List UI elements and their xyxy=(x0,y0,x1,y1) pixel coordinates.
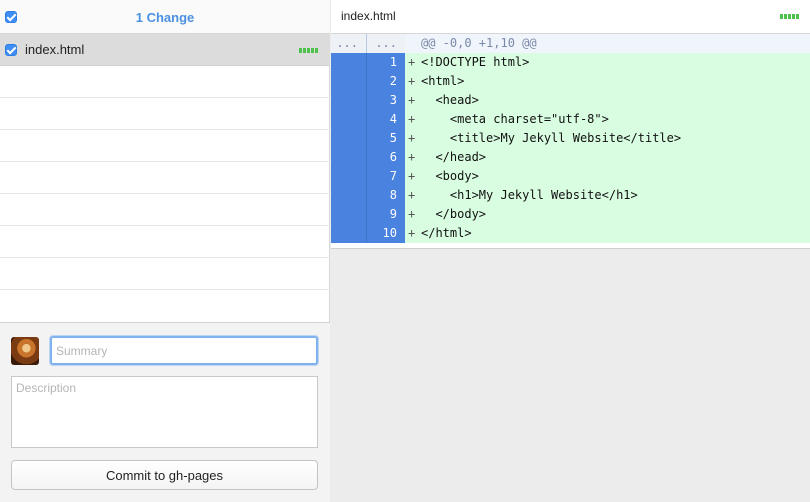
code-line: <body> xyxy=(421,169,479,183)
empty-list-row xyxy=(0,98,330,130)
commit-button[interactable]: Commit to gh-pages xyxy=(11,460,318,490)
diff-line[interactable]: 4 + <meta charset="utf-8"> xyxy=(331,110,810,129)
code-line: <html> xyxy=(421,74,465,88)
code-line: </head> xyxy=(421,150,487,164)
old-line-number: ... xyxy=(331,34,367,53)
new-line-number: 3 xyxy=(367,91,405,110)
old-line-number xyxy=(331,72,367,91)
old-line-number xyxy=(331,129,367,148)
empty-list-row xyxy=(0,194,330,226)
file-checkbox[interactable] xyxy=(5,44,17,56)
new-line-number: 7 xyxy=(367,167,405,186)
new-line-number: 5 xyxy=(367,129,405,148)
empty-list-row xyxy=(0,130,330,162)
commit-form: Commit to gh-pages xyxy=(0,322,330,502)
new-line-number: 4 xyxy=(367,110,405,129)
old-line-number xyxy=(331,167,367,186)
diffstat-icon xyxy=(299,48,318,53)
new-line-number: 8 xyxy=(367,186,405,205)
diff-sign: + xyxy=(408,188,416,202)
new-line-number: 2 xyxy=(367,72,405,91)
code-line: <h1>My Jekyll Website</h1> xyxy=(421,188,638,202)
diff-line[interactable]: 5 + <title>My Jekyll Website</title> xyxy=(331,129,810,148)
diff-sign: + xyxy=(408,150,416,164)
new-line-number: 6 xyxy=(367,148,405,167)
code-line: <head> xyxy=(421,93,479,107)
diff-sign: + xyxy=(408,131,416,145)
new-line-number: 9 xyxy=(367,205,405,224)
diff-sign: + xyxy=(408,74,416,88)
old-line-number xyxy=(331,224,367,243)
diff-pane: index.html ... ... @@ -0,0 +1,10 @@ 1 + … xyxy=(331,0,810,502)
description-field[interactable] xyxy=(11,376,318,448)
old-line-number xyxy=(331,186,367,205)
changes-header: 1 Change xyxy=(0,0,330,34)
code-line: <meta charset="utf-8"> xyxy=(421,112,609,126)
summary-input[interactable] xyxy=(50,336,318,365)
diff-line[interactable]: 6 + </head> xyxy=(331,148,810,167)
code-line: </html> xyxy=(421,226,472,240)
file-list-item[interactable]: index.html xyxy=(0,34,330,66)
new-line-number: ... xyxy=(367,34,405,53)
old-line-number xyxy=(331,148,367,167)
diff-line[interactable]: 3 + <head> xyxy=(331,91,810,110)
empty-list-row xyxy=(0,162,330,194)
old-line-number xyxy=(331,91,367,110)
diff-line[interactable]: 10 + </html> xyxy=(331,224,810,243)
hunk-header-row: ... ... @@ -0,0 +1,10 @@ xyxy=(331,34,810,53)
empty-list-row xyxy=(0,226,330,258)
diff-line[interactable]: 9 + </body> xyxy=(331,205,810,224)
diff-sign: + xyxy=(408,226,416,240)
file-name: index.html xyxy=(25,42,85,57)
code-line: <!DOCTYPE html> xyxy=(421,55,530,69)
diff-view: ... ... @@ -0,0 +1,10 @@ 1 + <!DOCTYPE h… xyxy=(331,34,810,249)
diff-line[interactable]: 1 + <!DOCTYPE html> xyxy=(331,53,810,72)
code-line: </body> xyxy=(421,207,487,221)
changes-pane: 1 Change index.html Commit to gh-pages xyxy=(0,0,330,502)
changes-count-title: 1 Change xyxy=(135,10,195,25)
hunk-header: @@ -0,0 +1,10 @@ xyxy=(421,36,537,50)
new-line-number: 10 xyxy=(367,224,405,243)
diffstat-icon xyxy=(780,14,799,19)
diff-sign: + xyxy=(408,93,416,107)
diff-line[interactable]: 7 + <body> xyxy=(331,167,810,186)
new-line-number: 1 xyxy=(367,53,405,72)
old-line-number xyxy=(331,53,367,72)
diff-sign: + xyxy=(408,55,416,69)
old-line-number xyxy=(331,205,367,224)
diff-sign: + xyxy=(408,207,416,221)
avatar xyxy=(11,337,39,365)
old-line-number xyxy=(331,110,367,129)
code-line: <title>My Jekyll Website</title> xyxy=(421,131,682,145)
diff-line[interactable]: 2 + <html> xyxy=(331,72,810,91)
diff-sign: + xyxy=(408,169,416,183)
empty-list-row xyxy=(0,66,330,98)
empty-list-row xyxy=(0,258,330,290)
diff-line[interactable]: 8 + <h1>My Jekyll Website</h1> xyxy=(331,186,810,205)
diff-header: index.html xyxy=(331,0,810,34)
diff-file-name: index.html xyxy=(341,9,396,23)
diff-sign: + xyxy=(408,112,416,126)
